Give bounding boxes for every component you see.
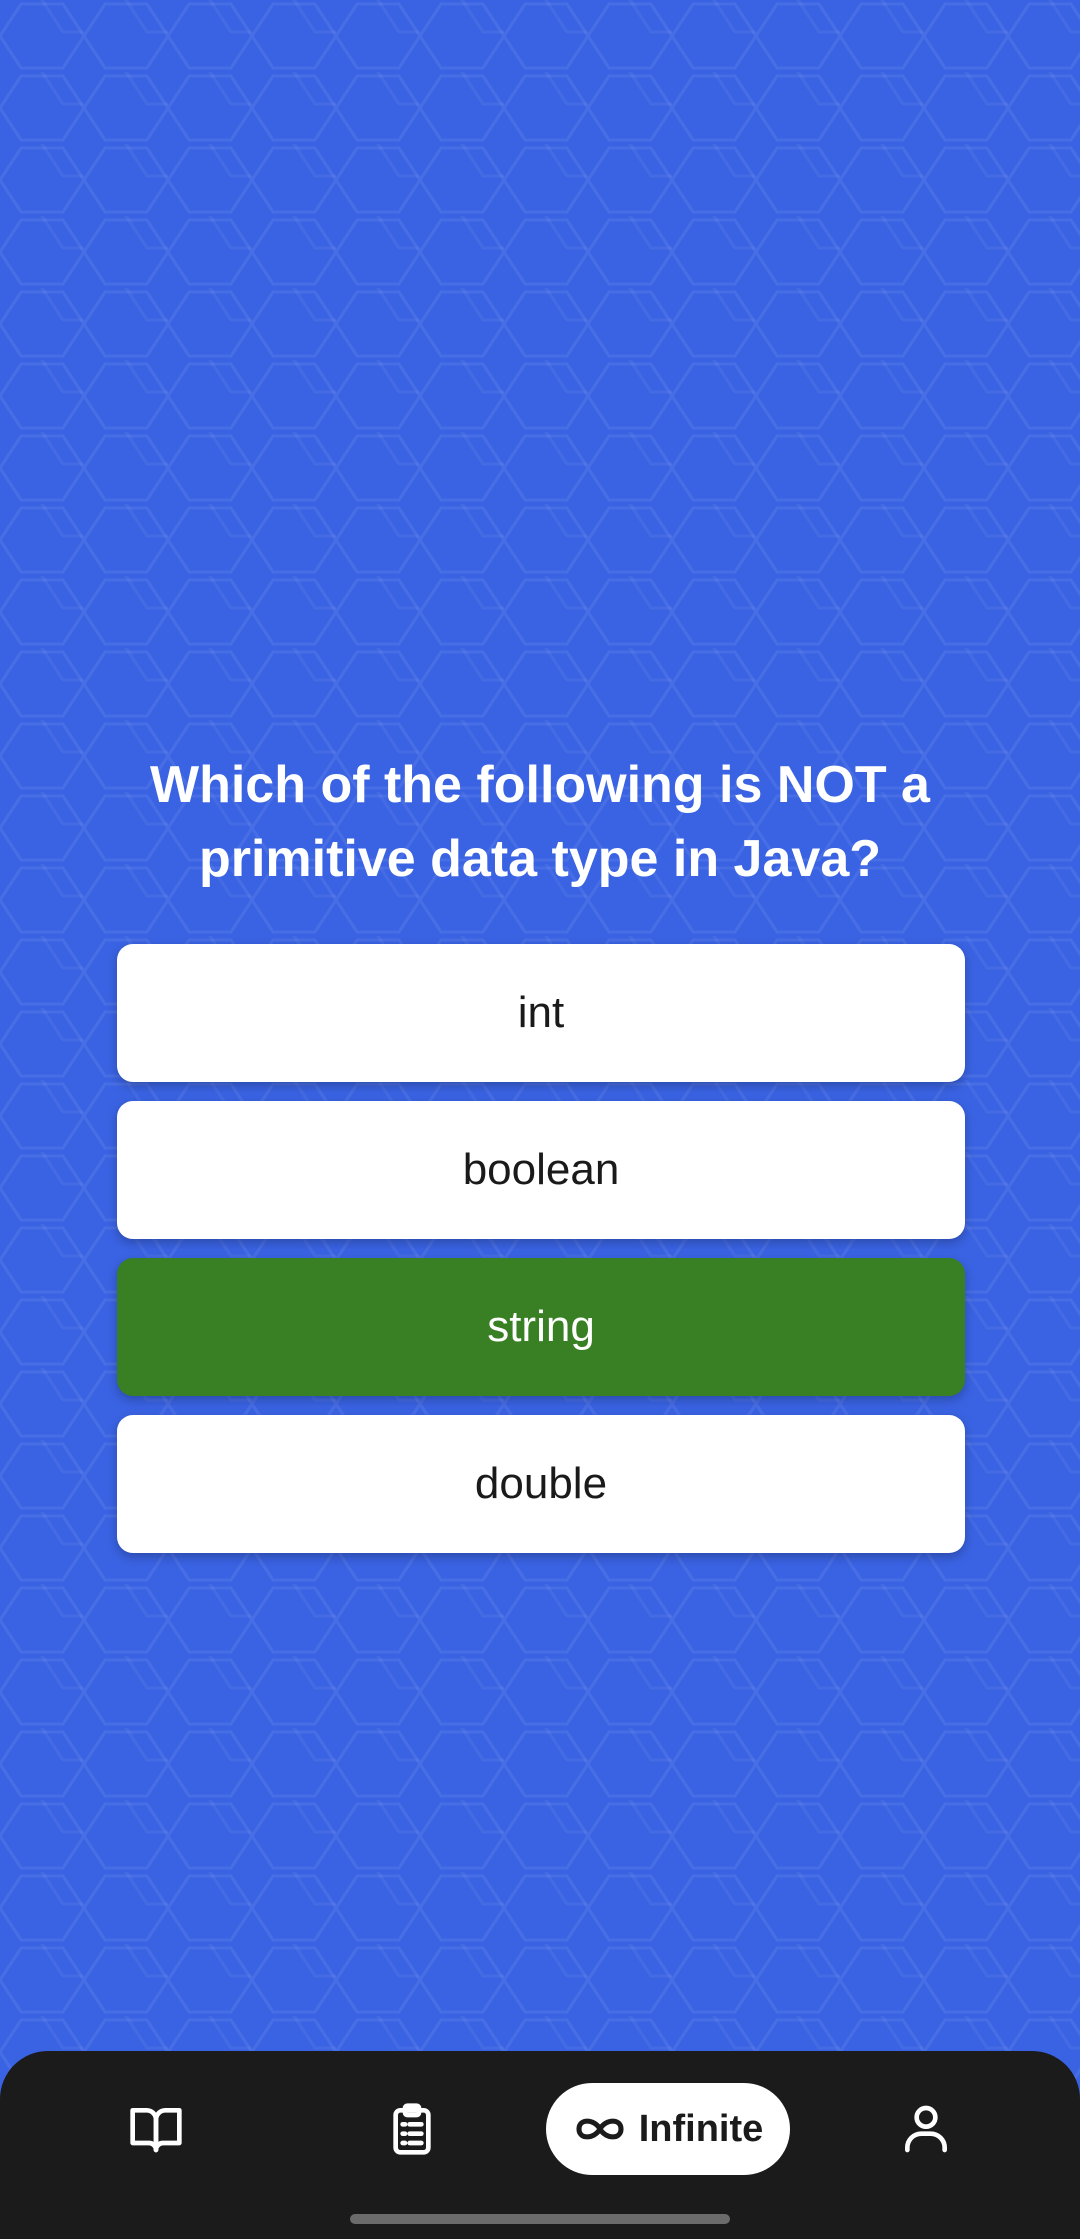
answer-option-int[interactable]: int bbox=[117, 944, 965, 1082]
question-text: Which of the following is NOT a primitiv… bbox=[150, 756, 930, 888]
bottom-navigation-bar: Infinite bbox=[0, 2051, 1080, 2239]
nav-item-quizzes[interactable] bbox=[366, 2083, 458, 2175]
answer-option-boolean[interactable]: boolean bbox=[117, 1101, 965, 1239]
nav-item-infinite[interactable]: Infinite bbox=[546, 2083, 790, 2175]
nav-item-profile[interactable] bbox=[880, 2083, 972, 2175]
book-icon bbox=[130, 2108, 182, 2153]
answer-option-label: boolean bbox=[462, 1145, 620, 1194]
home-indicator[interactable] bbox=[350, 2214, 730, 2224]
answer-option-label: int bbox=[517, 988, 565, 1037]
person-icon bbox=[905, 2105, 947, 2153]
answer-option-label: double bbox=[474, 1459, 608, 1508]
answer-option-double[interactable]: double bbox=[117, 1415, 965, 1553]
nav-item-learn[interactable] bbox=[110, 2083, 202, 2175]
answer-option-label: string bbox=[487, 1302, 595, 1351]
infinity-icon bbox=[576, 2118, 624, 2140]
answer-option-string[interactable]: string bbox=[117, 1258, 965, 1396]
clipboard-icon bbox=[393, 2103, 431, 2155]
nav-item-label: Infinite bbox=[638, 2107, 764, 2150]
